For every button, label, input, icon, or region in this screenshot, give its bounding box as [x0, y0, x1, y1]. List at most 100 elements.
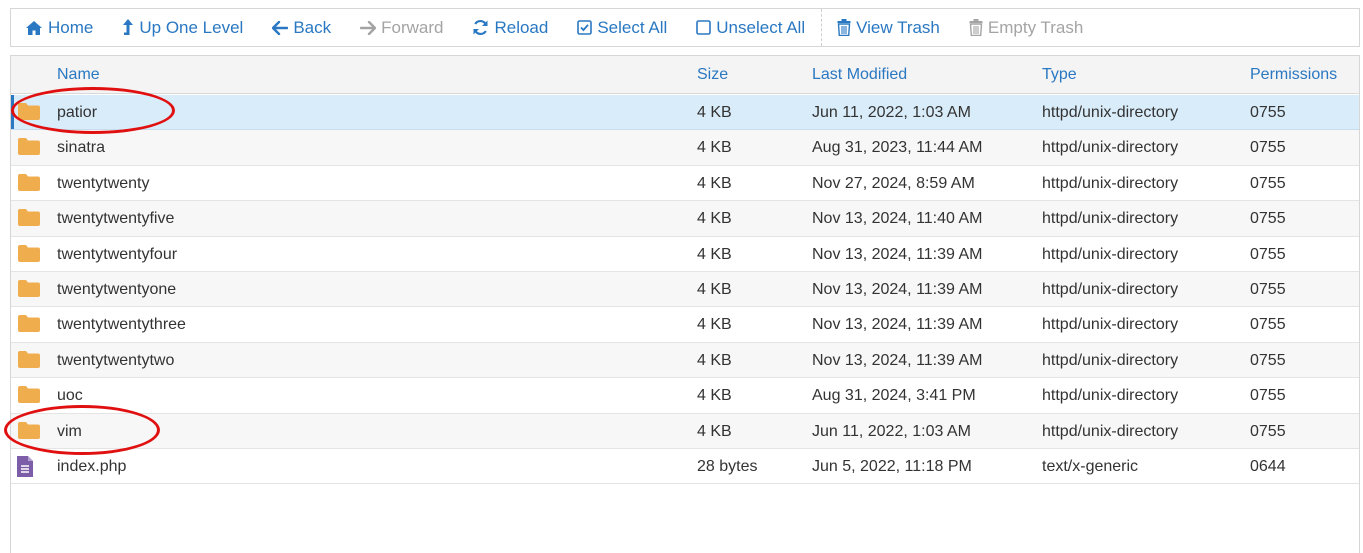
table-row[interactable]: uoc 4 KB Aug 31, 2024, 3:41 PM httpd/unix-d…: [11, 378, 1359, 414]
table-row[interactable]: twentytwentyfive 4 KB Nov 13, 2024, 11:40 …: [11, 201, 1359, 237]
file-name[interactable]: twentytwenty: [57, 175, 149, 193]
file-permissions: 0755: [1250, 210, 1286, 228]
file-size: 4 KB: [697, 281, 732, 298]
table-row[interactable]: index.php 28 bytes Jun 5, 2022, 11:18 PM te…: [11, 449, 1359, 485]
select-all-button[interactable]: Select All: [577, 18, 667, 38]
back-button[interactable]: Back: [272, 18, 331, 38]
file-last-modified: Jun 11, 2022, 1:03 AM: [812, 422, 971, 440]
view-trash-button[interactable]: View Trash: [837, 18, 940, 38]
column-header-permissions[interactable]: Permissions: [1250, 66, 1337, 84]
file-type: httpd/unix-directory: [1042, 104, 1179, 121]
table-row[interactable]: patior 4 KB Jun 11, 2022, 1:03 AM httpd/uni…: [11, 95, 1359, 131]
file-size: 4 KB: [697, 316, 732, 334]
empty-trash-label: Empty Trash: [987, 17, 1084, 37]
column-header-type[interactable]: Type: [1042, 66, 1077, 84]
table-row[interactable]: sinatra 4 KB Aug 31, 2023, 11:44 AM httpd/u…: [11, 130, 1359, 166]
file-last-modified: Nov 13, 2024, 11:39 AM: [812, 316, 983, 334]
file-last-modified: Nov 27, 2024, 8:59 AM: [812, 174, 975, 192]
file-last-modified: Jun 11, 2022, 1:03 AM: [812, 104, 971, 121]
arrow-left-icon: [272, 20, 289, 35]
home-label: Home: [48, 17, 94, 37]
file-size: 4 KB: [697, 245, 732, 263]
file-permissions: 0755: [1250, 245, 1286, 263]
table-row[interactable]: twentytwentythree 4 KB Nov 13, 2024, 11:39…: [11, 307, 1359, 343]
file-type-icon: [17, 385, 41, 409]
file-type: httpd/unix-directory: [1042, 245, 1179, 263]
file-size: 28 bytes: [697, 458, 758, 475]
trash-icon: [837, 19, 851, 36]
view-trash-label: View Trash: [856, 17, 940, 37]
file-type: httpd/unix-directory: [1042, 139, 1179, 157]
file-last-modified: Aug 31, 2024, 3:41 PM: [812, 387, 976, 405]
file-name[interactable]: vim: [57, 423, 82, 441]
column-header-size[interactable]: Size: [697, 66, 728, 84]
file-type: httpd/unix-directory: [1042, 351, 1179, 369]
up-one-level-button[interactable]: Up One Level: [122, 18, 243, 38]
folder-icon: [18, 315, 40, 333]
column-header-last-modified[interactable]: Last Modified: [812, 66, 907, 84]
file-name[interactable]: twentytwentytwo: [57, 352, 174, 370]
back-label: Back: [293, 17, 332, 37]
file-type: httpd/unix-directory: [1042, 422, 1179, 440]
unselect-all-button[interactable]: Unselect All: [696, 18, 805, 38]
file-name[interactable]: twentytwentyfive: [57, 210, 174, 228]
file-permissions: 0755: [1250, 387, 1286, 405]
file-size: 4 KB: [697, 210, 732, 228]
file-name[interactable]: index.php: [57, 458, 126, 476]
file-name[interactable]: twentytwentyone: [57, 281, 176, 299]
file-last-modified: Nov 13, 2024, 11:39 AM: [812, 351, 983, 369]
file-table: Name Size Last Modified Type Permissions…: [10, 55, 1360, 553]
file-permissions: 0755: [1250, 104, 1286, 121]
table-row[interactable]: twentytwenty 4 KB Nov 27, 2024, 8:59 AM htt…: [11, 166, 1359, 202]
table-row[interactable]: vim 4 KB Jun 11, 2022, 1:03 AM httpd/unix-d…: [11, 413, 1359, 449]
file-size: 4 KB: [697, 139, 732, 157]
table-row[interactable]: twentytwentytwo 4 KB Nov 13, 2024, 11:39 A…: [11, 342, 1359, 379]
file-manager-toolbar: Home Up One Level Back Forward Reload Se…: [10, 8, 1360, 47]
file-type-icon: [17, 279, 41, 303]
checkbox-checked-icon: [577, 20, 593, 35]
level-up-icon: [123, 18, 134, 35]
folder-icon: [18, 173, 40, 191]
table-row[interactable]: twentytwentyfour 4 KB Nov 13, 2024, 11:39 …: [11, 237, 1359, 272]
file-type: httpd/unix-directory: [1042, 387, 1179, 405]
file-name[interactable]: sinatra: [57, 139, 105, 157]
file-size: 4 KB: [697, 351, 732, 369]
file-type: text/x-generic: [1042, 458, 1139, 475]
file-name[interactable]: twentytwentyfour: [57, 246, 177, 264]
file-type-icon: [17, 102, 41, 126]
file-last-modified: Nov 13, 2024, 11:40 AM: [812, 210, 983, 228]
home-button[interactable]: Home: [25, 18, 93, 38]
file-type-icon: [17, 314, 41, 338]
file-name[interactable]: uoc: [57, 387, 83, 405]
reload-label: Reload: [494, 17, 549, 37]
home-icon: [26, 20, 42, 35]
table-row[interactable]: twentytwentyone 4 KB Nov 13, 2024, 11:39 A…: [11, 272, 1359, 308]
folder-icon: [18, 386, 40, 404]
file-type-icon: [17, 244, 41, 268]
file-last-modified: Nov 13, 2024, 11:39 AM: [812, 281, 983, 298]
folder-icon: [18, 138, 40, 156]
file-name[interactable]: twentytwentythree: [57, 316, 186, 334]
file-last-modified: Nov 13, 2024, 11:39 AM: [812, 245, 983, 263]
file-type: httpd/unix-directory: [1042, 210, 1179, 228]
trash-icon: [969, 19, 983, 36]
file-permissions: 0755: [1250, 422, 1286, 440]
file-permissions: 0644: [1250, 458, 1286, 475]
file-permissions: 0755: [1250, 316, 1286, 334]
file-type-icon: [17, 208, 41, 232]
file-name[interactable]: patior: [57, 104, 97, 122]
file-type: httpd/unix-directory: [1042, 174, 1179, 192]
empty-trash-button[interactable]: Empty Trash: [969, 18, 1083, 38]
column-header-name[interactable]: Name: [57, 66, 100, 84]
file-type-icon: [17, 137, 41, 161]
file-size: 4 KB: [697, 387, 732, 405]
file-size: 4 KB: [697, 104, 732, 121]
file-type-icon: [17, 421, 41, 445]
file-last-modified: Aug 31, 2023, 11:44 AM: [812, 139, 983, 157]
forward-button[interactable]: Forward: [360, 18, 443, 38]
reload-button[interactable]: Reload: [472, 18, 548, 38]
table-header: Name Size Last Modified Type Permissions: [11, 56, 1359, 94]
file-permissions: 0755: [1250, 351, 1286, 369]
file-text-icon: [17, 456, 33, 477]
file-type-icon: [17, 173, 41, 197]
